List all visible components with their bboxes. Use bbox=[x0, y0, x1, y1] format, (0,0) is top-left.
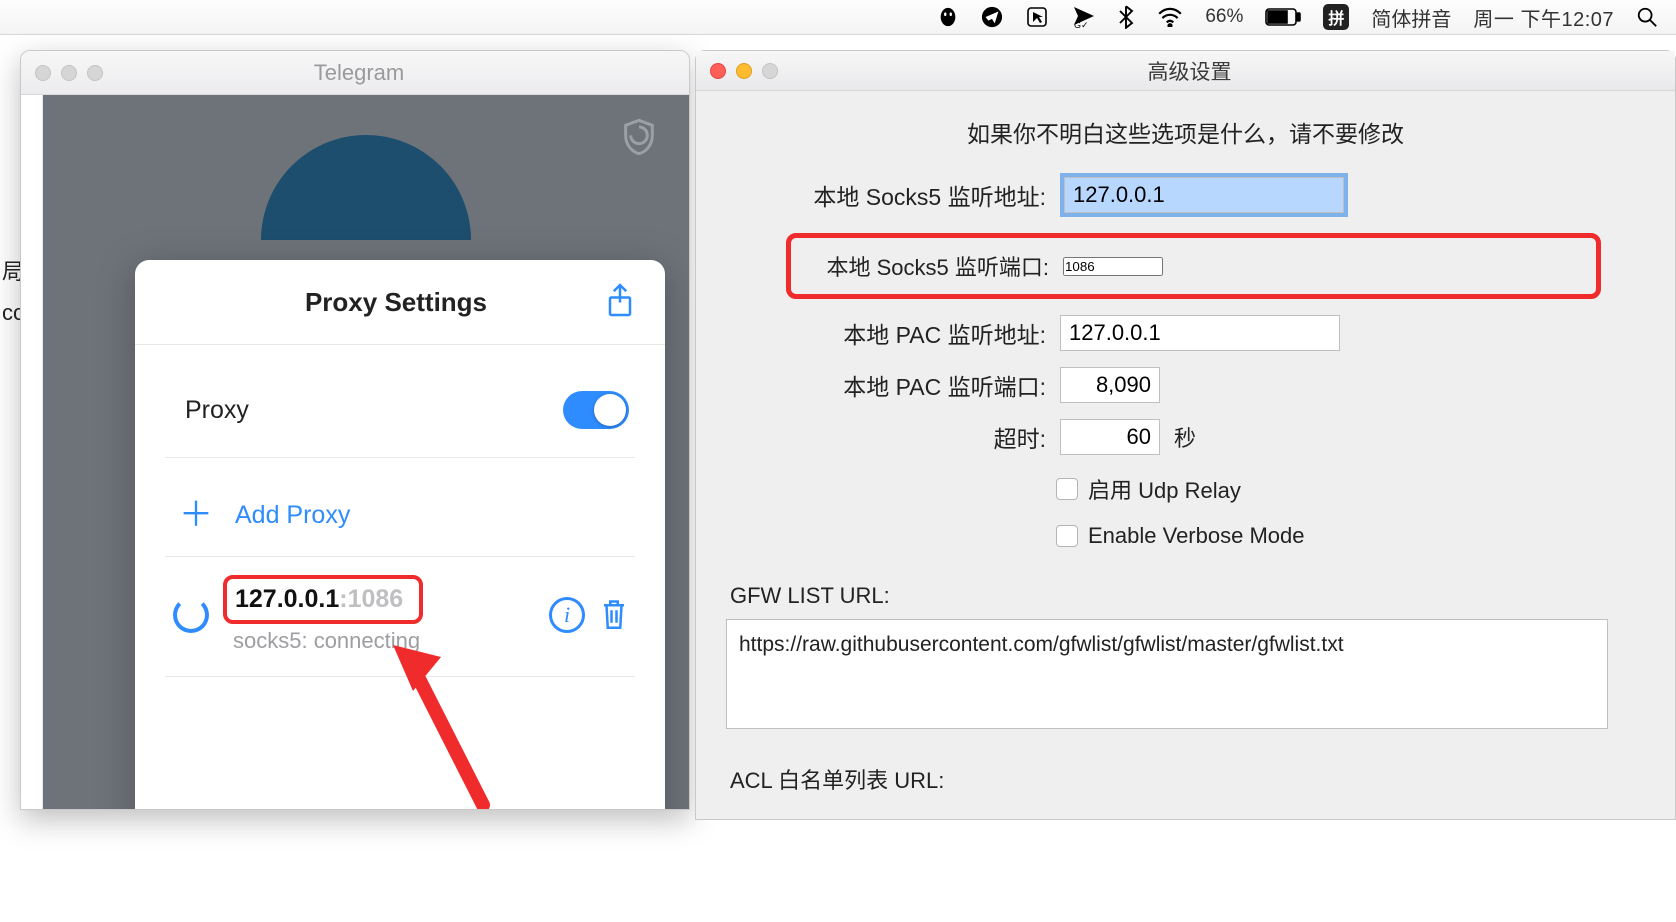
pac-port-input[interactable] bbox=[1060, 367, 1160, 403]
proxy-toggle-row: Proxy bbox=[165, 355, 635, 458]
share-button[interactable] bbox=[605, 282, 639, 323]
advanced-settings-window: 高级设置 如果你不明白这些选项是什么，请不要修改 本地 Socks5 监听地址:… bbox=[695, 50, 1676, 820]
proxy-ip-highlight: 127.0.0.1:1086 bbox=[223, 575, 423, 624]
qq-icon[interactable] bbox=[937, 6, 959, 28]
plus-icon: ＋ bbox=[179, 498, 213, 532]
socks-port-input[interactable] bbox=[1063, 257, 1163, 276]
send-icon[interactable]: G✓ bbox=[1071, 5, 1095, 29]
telegram-window: Telegram Proxy Settings bbox=[20, 50, 690, 810]
socks-addr-input[interactable] bbox=[1064, 177, 1344, 213]
timeout-label: 超时: bbox=[726, 420, 1046, 454]
avatar bbox=[261, 135, 471, 240]
telegram-icon[interactable] bbox=[981, 6, 1003, 28]
wifi-icon[interactable] bbox=[1157, 7, 1183, 27]
spotlight-icon[interactable] bbox=[1636, 6, 1658, 28]
proxy-settings-popup: Proxy Settings Proxy ＋ bbox=[135, 260, 665, 810]
popup-title: Proxy Settings bbox=[187, 287, 605, 318]
telegram-title: Telegram bbox=[43, 60, 675, 86]
verbose-label: Enable Verbose Mode bbox=[1088, 523, 1305, 549]
cursor-icon[interactable] bbox=[1025, 5, 1049, 29]
background-strip: 局 co bbox=[0, 240, 22, 720]
socks-port-highlight: 本地 Socks5 监听端口: bbox=[786, 233, 1601, 299]
proxy-port: 1086 bbox=[348, 585, 404, 613]
add-proxy-label: Add Proxy bbox=[235, 501, 350, 530]
adv-title: 高级设置 bbox=[718, 56, 1661, 86]
pac-addr-input[interactable] bbox=[1060, 315, 1340, 351]
ime-indicator-icon[interactable]: 拼 bbox=[1323, 4, 1349, 30]
add-proxy-button[interactable]: ＋ Add Proxy bbox=[165, 458, 635, 557]
bluetooth-icon[interactable] bbox=[1117, 5, 1135, 29]
gfw-url-textarea[interactable]: https://raw.githubusercontent.com/gfwlis… bbox=[726, 619, 1608, 729]
ime-label[interactable]: 简体拼音 bbox=[1371, 3, 1451, 32]
socks-port-label: 本地 Socks5 监听端口: bbox=[791, 250, 1049, 282]
telegram-titlebar: Telegram bbox=[21, 51, 689, 95]
telegram-content: Proxy Settings Proxy ＋ bbox=[43, 95, 689, 809]
proxy-ip: 127.0.0.1 bbox=[235, 585, 339, 613]
timeout-suffix: 秒 bbox=[1174, 421, 1196, 453]
proxy-label: Proxy bbox=[185, 396, 249, 425]
udp-relay-label: 启用 Udp Relay bbox=[1088, 473, 1241, 505]
spinner-icon bbox=[173, 597, 209, 633]
info-button[interactable]: i bbox=[549, 597, 585, 633]
svg-text:G✓: G✓ bbox=[1074, 20, 1089, 29]
timeout-input[interactable] bbox=[1060, 419, 1160, 455]
shield-icon[interactable] bbox=[619, 117, 659, 157]
adv-titlebar: 高级设置 bbox=[696, 51, 1675, 91]
udp-relay-checkbox[interactable] bbox=[1056, 478, 1078, 500]
mac-menubar: G✓ 66% 拼 简体拼音 周一 下午12:07 bbox=[0, 0, 1676, 35]
pac-port-label: 本地 PAC 监听端口: bbox=[726, 368, 1046, 402]
battery-icon[interactable] bbox=[1265, 8, 1301, 26]
menubar-clock[interactable]: 周一 下午12:07 bbox=[1473, 3, 1614, 32]
delete-button[interactable] bbox=[599, 597, 635, 633]
verbose-checkbox[interactable] bbox=[1056, 525, 1078, 547]
acl-label: ACL 白名单列表 URL: bbox=[730, 763, 1645, 795]
proxy-status: socks5: connecting bbox=[229, 628, 535, 654]
adv-warning: 如果你不明白这些选项是什么，请不要修改 bbox=[726, 115, 1645, 149]
pac-addr-label: 本地 PAC 监听地址: bbox=[726, 316, 1046, 350]
battery-percent: 66% bbox=[1205, 6, 1243, 28]
proxy-switch[interactable] bbox=[563, 391, 629, 429]
gfw-label: GFW LIST URL: bbox=[730, 583, 1645, 609]
proxy-entry[interactable]: 127.0.0.1:1086 socks5: connecting i bbox=[165, 557, 635, 677]
socks-addr-label: 本地 Socks5 监听地址: bbox=[726, 178, 1046, 212]
